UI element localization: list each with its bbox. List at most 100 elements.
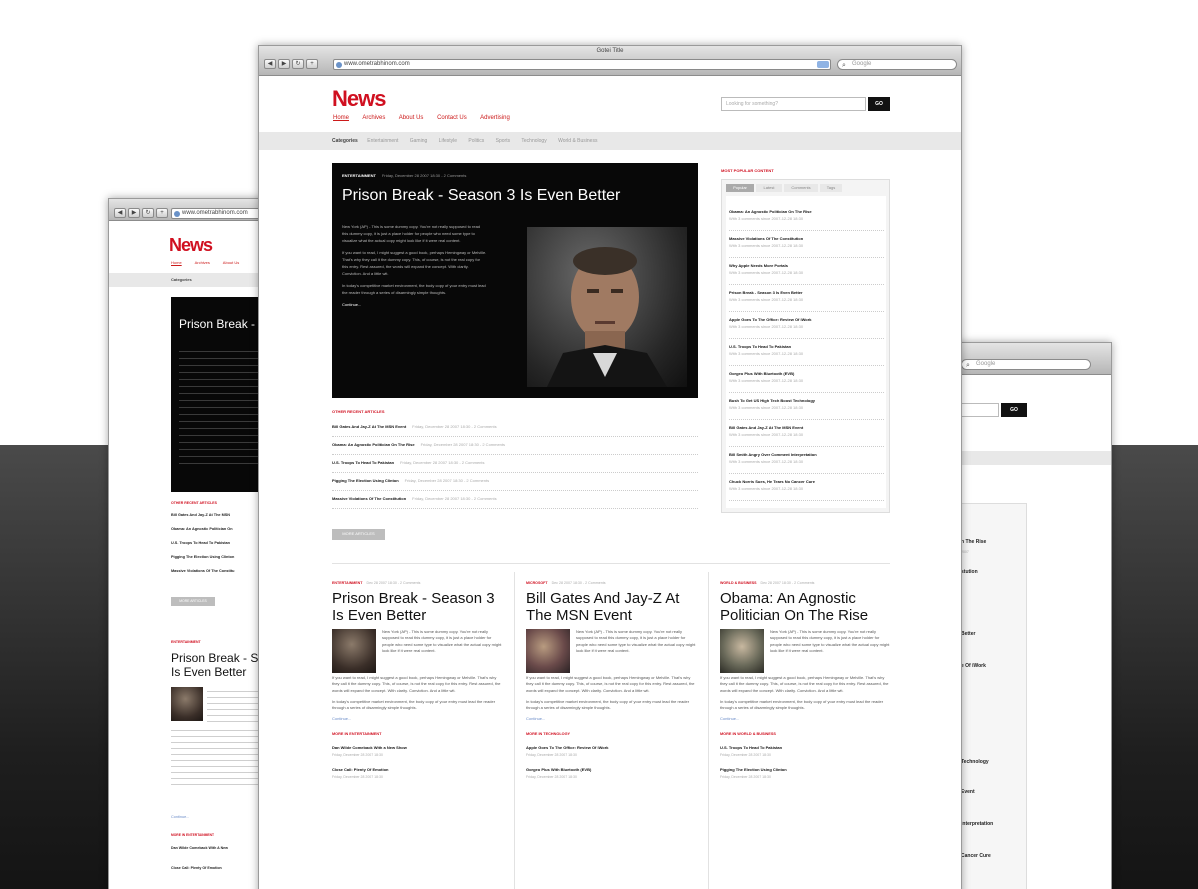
- tab-comments[interactable]: Comments: [784, 184, 818, 192]
- featured-title[interactable]: Prison Break - Season 3 Is Even Better: [342, 187, 620, 205]
- nav-contact-us[interactable]: Contact Us: [437, 115, 467, 121]
- left-recent-item[interactable]: Massive Violations Of The Constitu: [171, 569, 234, 573]
- url-bar[interactable]: www.ometrabhinom.com: [333, 59, 831, 70]
- column-category[interactable]: ENTERTAINMENT: [332, 581, 362, 585]
- site-search-button[interactable]: GO: [868, 97, 890, 111]
- reload-button[interactable]: ↻: [292, 59, 304, 69]
- back-button[interactable]: ◀: [114, 208, 126, 218]
- recent-article-row[interactable]: Obama: An Agnostic Politician On The Ris…: [332, 442, 698, 455]
- nav-home[interactable]: Home: [333, 115, 349, 121]
- popular-item-title[interactable]: Bill Gates And Jay-Z At The MSN Event: [729, 425, 884, 430]
- featured-category[interactable]: ENTERTAINMENT: [342, 173, 376, 178]
- browser-search-bar[interactable]: ⌕ Google: [837, 59, 957, 70]
- popular-item-title[interactable]: Bush To Get US High Tech Boost Technolog…: [729, 398, 884, 403]
- popular-item[interactable]: Apple Goes To The Office: Review Of iWor…: [729, 317, 884, 339]
- left-recent-item[interactable]: U.S. Troops To Head To Pakistan: [171, 541, 230, 545]
- reload-button[interactable]: ↻: [142, 208, 154, 218]
- right-fragment[interactable]: n The Rise: [961, 539, 986, 545]
- site-logo[interactable]: News: [332, 86, 386, 112]
- category-gaming[interactable]: Gaming: [410, 138, 428, 144]
- right-fragment[interactable]: Interpretation: [961, 821, 993, 827]
- nav-about-us[interactable]: About Us: [399, 115, 424, 121]
- left-recent-item[interactable]: Obama: An Agnostic Politician On: [171, 527, 233, 531]
- left-nav-archives[interactable]: Archives: [195, 260, 210, 265]
- left-nav-home[interactable]: Home: [171, 260, 182, 265]
- nav-advertising[interactable]: Advertising: [480, 115, 510, 121]
- popular-item-title[interactable]: Obama: An Agnostic Politician On The Ris…: [729, 209, 884, 214]
- left-more-articles-button[interactable]: MORE ARTICLES: [171, 597, 215, 606]
- popular-item[interactable]: Prison Break - Season 3 Is Even Better Wi…: [729, 290, 884, 312]
- right-fragment[interactable]: e Of iWork: [961, 663, 986, 669]
- left-continue-link[interactable]: Continue...: [171, 815, 189, 819]
- column-thumbnail[interactable]: [526, 629, 570, 673]
- category-politics[interactable]: Politics: [468, 138, 484, 144]
- forward-button[interactable]: ▶: [128, 208, 140, 218]
- right-fragment[interactable]: Cancer Cure: [961, 853, 991, 859]
- recent-article-title[interactable]: Bill Gates And Jay-Z At The MSN Event: [332, 424, 406, 429]
- more-articles-button[interactable]: MORE ARTICLES: [332, 529, 385, 540]
- right-fragment[interactable]: Event: [961, 789, 975, 795]
- popular-item[interactable]: Chuck Norris Sues, He Tears No Cancer Cu…: [729, 479, 884, 501]
- column-title[interactable]: Obama: An Agnostic Politician On The Ris…: [720, 590, 892, 624]
- column-related-link[interactable]: Dan Wilde Comeback With a New Show: [332, 745, 504, 751]
- recent-article-row[interactable]: Pigging The Election Using Clinton Friday…: [332, 478, 698, 491]
- column-related-link[interactable]: Apple Goes To The Office: Review Of iWor…: [526, 745, 698, 751]
- nav-archives[interactable]: Archives: [362, 115, 385, 121]
- popular-item[interactable]: Bill Smith Angry Over Comment Interpreta…: [729, 452, 884, 474]
- forward-button[interactable]: ▶: [278, 59, 290, 69]
- column-category[interactable]: MICROSOFT: [526, 581, 548, 585]
- column-related-link[interactable]: Pigging The Election Using Clinton: [720, 767, 892, 773]
- left-recent-item[interactable]: Bill Gates And Jay-Z At The MSN: [171, 513, 230, 517]
- column-related-link[interactable]: U.S. Troops To Head To Pakistan: [720, 745, 892, 751]
- column-thumbnail[interactable]: [720, 629, 764, 673]
- popular-item[interactable]: Massive Violations Of The Constitution Wi…: [729, 236, 884, 258]
- column-continue-link[interactable]: Continue...: [720, 716, 892, 722]
- column-continue-link[interactable]: Continue...: [526, 716, 698, 722]
- column-thumbnail[interactable]: [332, 629, 376, 673]
- recent-article-title[interactable]: Obama: An Agnostic Politician On The Ris…: [332, 442, 415, 447]
- popular-item-title[interactable]: Apple Goes To The Office: Review Of iWor…: [729, 317, 884, 322]
- popular-item-title[interactable]: U.S. Troops To Head To Pakistan: [729, 344, 884, 349]
- category-sports[interactable]: Sports: [496, 138, 510, 144]
- popular-item-title[interactable]: Bill Smith Angry Over Comment Interpreta…: [729, 452, 884, 457]
- tab-latest[interactable]: Latest: [756, 184, 782, 192]
- column-related-link[interactable]: Gorgeo Plus With Bluetooth (EVB): [526, 767, 698, 773]
- add-button[interactable]: +: [306, 59, 318, 69]
- column-category[interactable]: WORLD & BUSINESS: [720, 581, 757, 585]
- recent-article-title[interactable]: Pigging The Election Using Clinton: [332, 478, 399, 483]
- right-fragment[interactable]: stution: [961, 569, 978, 575]
- popular-item-title[interactable]: Gorgeo Plus With Bluetooth (EVB): [729, 371, 884, 376]
- popular-item-title[interactable]: Prison Break - Season 3 Is Even Better: [729, 290, 884, 295]
- add-button[interactable]: +: [156, 208, 168, 218]
- popular-item[interactable]: Why Apple Needs More Portals With 3 comme…: [729, 263, 884, 285]
- recent-article-row[interactable]: Bill Gates And Jay-Z At The MSN Event Fri…: [332, 424, 698, 437]
- recent-article-row[interactable]: Massive Violations Of The Constitution Fr…: [332, 496, 698, 509]
- column-continue-link[interactable]: Continue...: [332, 716, 504, 722]
- left-sub-link[interactable]: Dan Wilde Comeback With A New: [171, 846, 228, 850]
- recent-article-title[interactable]: Massive Violations Of The Constitution: [332, 496, 406, 501]
- category-entertainment[interactable]: Entertainment: [367, 138, 398, 144]
- right-fragment[interactable]: Better: [961, 631, 975, 637]
- featured-continue-link[interactable]: Continue...: [342, 301, 487, 308]
- back-button[interactable]: ◀: [264, 59, 276, 69]
- left-recent-item[interactable]: Pigging The Election Using Clinton: [171, 555, 234, 559]
- popular-item[interactable]: Obama: An Agnostic Politician On The Ris…: [729, 209, 884, 231]
- right-site-search-button[interactable]: GO: [1001, 403, 1027, 417]
- popular-item[interactable]: Bush To Get US High Tech Boost Technolog…: [729, 398, 884, 420]
- rss-icon[interactable]: [817, 61, 829, 68]
- tab-popular[interactable]: Popular: [726, 184, 754, 192]
- column-related-link[interactable]: Close Call: Plenty Of Emotion: [332, 767, 504, 773]
- left-hero-title[interactable]: Prison Break - S: [179, 317, 266, 331]
- popular-item-title[interactable]: Why Apple Needs More Portals: [729, 263, 884, 268]
- category-lifestyle[interactable]: Lifestyle: [439, 138, 457, 144]
- popular-item[interactable]: U.S. Troops To Head To Pakistan With 3 co…: [729, 344, 884, 366]
- recent-article-row[interactable]: U.S. Troops To Head To Pakistan Friday, D…: [332, 460, 698, 473]
- right-search-bar[interactable]: ⌕ Google: [961, 359, 1091, 370]
- popular-item[interactable]: Gorgeo Plus With Bluetooth (EVB) With 3 c…: [729, 371, 884, 393]
- left-col-title[interactable]: Prison Break - S Is Even Better: [171, 651, 267, 679]
- popular-item[interactable]: Bill Gates And Jay-Z At The MSN Event Wit…: [729, 425, 884, 447]
- tab-tags[interactable]: Tags: [820, 184, 842, 192]
- left-nav-about[interactable]: About Us: [223, 260, 239, 265]
- category-technology[interactable]: Technology: [521, 138, 546, 144]
- recent-article-title[interactable]: U.S. Troops To Head To Pakistan: [332, 460, 394, 465]
